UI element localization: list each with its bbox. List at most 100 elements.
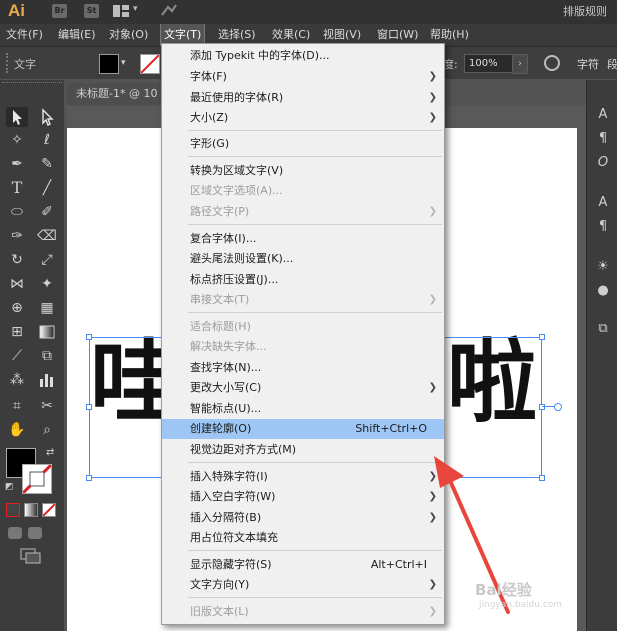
none-mode-icon[interactable]	[42, 503, 56, 517]
menu-item[interactable]: 插入分隔符(B) ❯	[162, 508, 444, 528]
screen-mode-icon[interactable]	[20, 548, 42, 564]
menu-item[interactable]: 适合标题(H)	[162, 317, 444, 337]
menu-item[interactable]: 显示隐藏字符(S) Alt+Ctrl+I	[162, 555, 444, 575]
opacity-input[interactable]: 100%	[464, 54, 514, 73]
menu-item[interactable]: 更改大小写(C) ❯	[162, 378, 444, 398]
menu-item[interactable]: 插入空白字符(W) ❯	[162, 487, 444, 507]
resize-handle[interactable]	[86, 404, 92, 410]
illustrator-logo: Ai	[8, 1, 25, 20]
blend-tool-icon[interactable]: ⧉	[36, 346, 58, 366]
eraser-tool-icon[interactable]: ⌫	[36, 226, 58, 246]
shape-builder-tool-icon[interactable]: ⊕	[6, 298, 28, 318]
pen-tool-icon[interactable]: ✒	[6, 154, 28, 174]
menu-item-create-outlines[interactable]: 创建轮廓(O) Shift+Ctrl+O	[162, 419, 444, 439]
stock-button[interactable]: St	[84, 4, 99, 18]
menu-item[interactable]: 文字方向(Y) ❯	[162, 575, 444, 595]
gpu-performance-icon[interactable]	[160, 3, 178, 19]
chevron-down-icon[interactable]: ▾	[133, 4, 138, 14]
zoom-tool-icon[interactable]: ⌕	[36, 420, 58, 440]
paragraph-styles-icon[interactable]: ¶	[593, 218, 613, 236]
swap-colors-icon[interactable]: ⇄	[46, 447, 54, 458]
type-tool-icon[interactable]: T	[6, 178, 28, 198]
gradient-tool-icon[interactable]	[36, 322, 58, 342]
draw-mode-icon[interactable]	[8, 527, 22, 539]
workspace-switcher[interactable]: 排版规则	[563, 3, 607, 21]
fill-swatch[interactable]	[99, 54, 119, 74]
scale-tool-icon[interactable]: ⤢	[36, 250, 58, 270]
ellipse-tool-icon[interactable]: ⬭	[6, 202, 28, 222]
shaper-tool-icon[interactable]: ✑	[6, 226, 28, 246]
graphic-styles-icon[interactable]: ●	[593, 282, 613, 300]
text-thread-port[interactable]	[554, 403, 562, 411]
resize-handle[interactable]	[86, 475, 92, 481]
menu-item[interactable]: 解决缺失字体...	[162, 337, 444, 357]
menu-item[interactable]: 复合字体(I)...	[162, 229, 444, 249]
rotate-tool-icon[interactable]: ↻	[6, 250, 28, 270]
slice-tool-icon[interactable]: ✂	[36, 396, 58, 416]
menu-object[interactable]: 对象(O)	[109, 24, 148, 46]
draw-inside-icon[interactable]	[28, 527, 42, 539]
hand-tool-icon[interactable]: ✋	[6, 420, 28, 440]
menu-item[interactable]: 避头尾法则设置(K)...	[162, 249, 444, 269]
stroke-color-box[interactable]	[22, 464, 52, 494]
menu-item[interactable]: 查找字体(N)...	[162, 358, 444, 378]
curvature-tool-icon[interactable]: ✎	[36, 154, 58, 174]
paintbrush-tool-icon[interactable]: ✐	[36, 202, 58, 222]
character-styles-icon[interactable]: A	[593, 194, 613, 212]
lasso-tool-icon[interactable]: ℓ	[36, 130, 58, 150]
menu-item[interactable]: 旧版文本(L) ❯	[162, 602, 444, 622]
recolor-icon[interactable]	[544, 55, 560, 71]
resize-handle[interactable]	[539, 334, 545, 340]
character-panel-icon[interactable]: A	[593, 106, 613, 124]
menu-item[interactable]: 路径文字(P) ❯	[162, 202, 444, 222]
paragraph-panel-icon[interactable]: ¶	[593, 130, 613, 148]
column-graph-tool-icon[interactable]	[36, 370, 58, 390]
character-panel-link[interactable]: 字符	[577, 56, 599, 72]
menu-file[interactable]: 文件(F)	[6, 24, 43, 46]
menu-item[interactable]: 标点挤压设置(J)...	[162, 270, 444, 290]
chevron-right-icon[interactable]: ›	[512, 54, 528, 74]
mesh-tool-icon[interactable]: ⊞	[6, 322, 28, 342]
stroke-swatch[interactable]	[140, 54, 160, 74]
width-tool-icon[interactable]: ⋈	[6, 274, 28, 294]
menu-item[interactable]: 区域文字选项(A)...	[162, 181, 444, 201]
chevron-right-icon: ❯	[428, 382, 437, 393]
menu-item[interactable]: 串接文本(T) ❯	[162, 290, 444, 310]
menu-item[interactable]: 最近使用的字体(R) ❯	[162, 88, 444, 108]
chevron-right-icon: ❯	[428, 112, 437, 123]
menu-item[interactable]: 用占位符文本填充	[162, 528, 444, 548]
direct-selection-tool-icon[interactable]	[36, 107, 58, 127]
eyedropper-tool-icon[interactable]: ⟋	[6, 346, 28, 366]
line-tool-icon[interactable]: ╱	[36, 178, 58, 198]
selection-tool-icon[interactable]	[6, 107, 28, 127]
menu-edit[interactable]: 编辑(E)	[58, 24, 96, 46]
default-colors-icon[interactable]: ◩	[5, 482, 14, 492]
chevron-down-icon[interactable]: ▾	[121, 58, 126, 68]
magic-wand-tool-icon[interactable]: ✧	[6, 130, 28, 150]
gradient-mode-icon[interactable]	[24, 503, 38, 517]
resize-handle[interactable]	[539, 404, 545, 410]
artboard-tool-icon[interactable]: ⌗	[6, 396, 28, 416]
paragraph-panel-link[interactable]: 段	[607, 56, 617, 72]
menu-item[interactable]: 字形(G)	[162, 134, 444, 154]
arrange-documents-icon[interactable]	[113, 5, 129, 17]
menu-item[interactable]: 转换为区域文字(V)	[162, 161, 444, 181]
resize-handle[interactable]	[539, 475, 545, 481]
document-tab[interactable]: 未标题-1* @ 10	[67, 83, 172, 105]
bridge-button[interactable]: Br	[52, 4, 67, 18]
perspective-grid-tool-icon[interactable]: ▦	[36, 298, 58, 318]
resize-handle[interactable]	[86, 334, 92, 340]
menu-item[interactable]: 智能标点(U)...	[162, 399, 444, 419]
menu-item[interactable]: 大小(Z) ❯	[162, 108, 444, 128]
opentype-panel-icon[interactable]: O	[593, 154, 613, 172]
menu-item[interactable]: 添加 Typekit 中的字体(D)...	[162, 46, 444, 66]
menu-item[interactable]: 字体(F) ❯	[162, 67, 444, 87]
layers-panel-icon[interactable]: ⧉	[593, 320, 613, 338]
menu-item[interactable]: 视觉边距对齐方式(M)	[162, 440, 444, 460]
appearance-panel-icon[interactable]: ☀	[593, 258, 613, 276]
puppet-warp-tool-icon[interactable]: ✦	[36, 274, 58, 294]
color-mode-icon[interactable]	[6, 503, 20, 517]
type-menu-dropdown: 添加 Typekit 中的字体(D)... 字体(F) ❯ 最近使用的字体(R) ❯…	[161, 43, 445, 625]
menu-item[interactable]: 插入特殊字符(I) ❯	[162, 467, 444, 487]
symbol-sprayer-tool-icon[interactable]: ⁂	[6, 370, 28, 390]
